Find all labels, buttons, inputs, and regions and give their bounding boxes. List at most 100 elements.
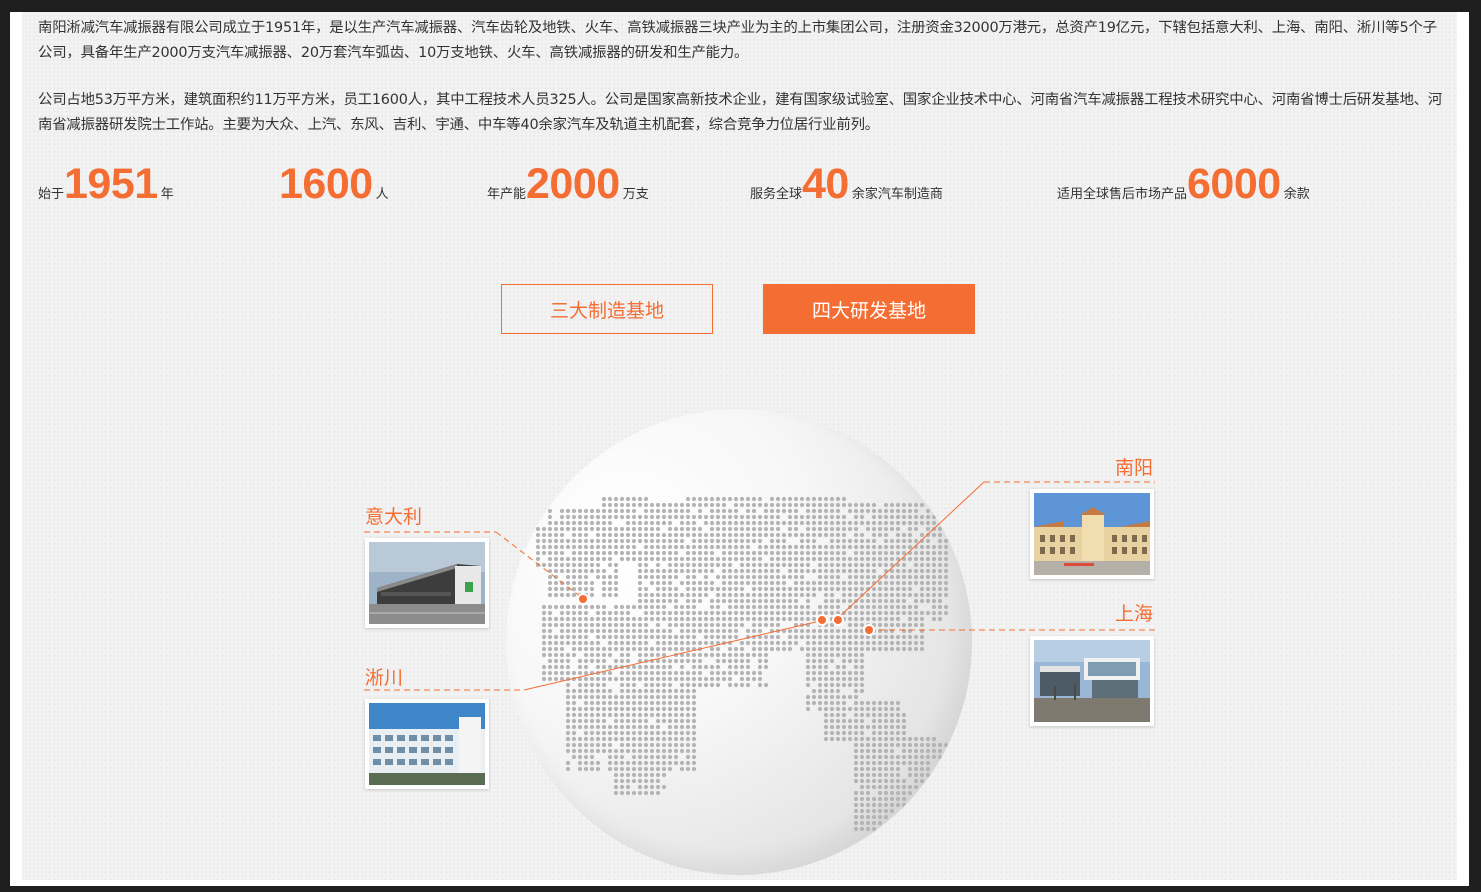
map-dot: [577, 634, 583, 640]
tab-rnd-bases[interactable]: 四大研发基地: [763, 284, 975, 334]
map-dot: [619, 622, 625, 628]
map-dot: [919, 562, 925, 568]
map-dot: [571, 712, 577, 718]
map-dot: [589, 604, 595, 610]
map-dot: [781, 580, 787, 586]
map-dot: [691, 706, 697, 712]
map-dot: [571, 586, 577, 592]
map-dot: [841, 580, 847, 586]
map-dot: [739, 526, 745, 532]
map-dot: [745, 598, 751, 604]
map-dot: [883, 790, 889, 796]
map-dot: [649, 532, 655, 538]
map-dot: [847, 724, 853, 730]
map-dot: [625, 652, 631, 658]
map-dot: [583, 604, 589, 610]
map-dot: [721, 640, 727, 646]
map-dot: [925, 514, 931, 520]
map-dot: [757, 652, 763, 658]
map-dot: [841, 682, 847, 688]
map-dot: [649, 550, 655, 556]
map-dot: [721, 544, 727, 550]
map-dot: [703, 616, 709, 622]
map-dot: [577, 532, 583, 538]
map-dot: [625, 610, 631, 616]
map-dot: [919, 544, 925, 550]
map-dot: [841, 556, 847, 562]
map-dot: [583, 508, 589, 514]
map-dot: [859, 808, 865, 814]
map-dot: [565, 520, 571, 526]
map-dot: [907, 628, 913, 634]
map-dot: [883, 760, 889, 766]
italy-factory-photo[interactable]: [365, 538, 489, 628]
map-dot: [691, 580, 697, 586]
map-dot: [805, 628, 811, 634]
map-dot: [709, 508, 715, 514]
map-dot: [715, 538, 721, 544]
map-dot: [673, 730, 679, 736]
map-dot: [583, 658, 589, 664]
map-dot: [679, 676, 685, 682]
map-dot: [643, 712, 649, 718]
xichuan-factory-photo[interactable]: [365, 699, 489, 789]
map-dot: [673, 586, 679, 592]
map-dot: [931, 544, 937, 550]
map-dot: [913, 784, 919, 790]
map-dot: [835, 526, 841, 532]
map-dot: [661, 646, 667, 652]
map-dot: [865, 706, 871, 712]
map-dot: [733, 502, 739, 508]
map-dot: [619, 496, 625, 502]
map-dot: [733, 622, 739, 628]
map-dot: [589, 742, 595, 748]
map-dot: [877, 820, 883, 826]
map-dot: [727, 580, 733, 586]
map-dot: [925, 580, 931, 586]
map-dot: [859, 670, 865, 676]
map-dot: [625, 526, 631, 532]
map-dot: [877, 748, 883, 754]
map-dot: [901, 634, 907, 640]
map-dot: [613, 790, 619, 796]
map-dot: [763, 604, 769, 610]
map-dot: [751, 640, 757, 646]
map-dot: [607, 670, 613, 676]
tab-manufacturing-bases[interactable]: 三大制造基地: [501, 284, 713, 334]
map-dot: [883, 640, 889, 646]
map-dot: [745, 538, 751, 544]
map-dot: [865, 508, 871, 514]
map-dot: [697, 592, 703, 598]
map-dot: [631, 526, 637, 532]
shanghai-rnd-photo[interactable]: [1030, 636, 1154, 726]
map-dot: [691, 712, 697, 718]
map-dot: [667, 520, 673, 526]
map-dot: [667, 598, 673, 604]
map-dot: [637, 676, 643, 682]
map-dot: [691, 538, 697, 544]
map-dot: [565, 748, 571, 754]
map-dot: [859, 814, 865, 820]
map-dot: [757, 682, 763, 688]
map-dot: [805, 562, 811, 568]
map-dot: [739, 532, 745, 538]
map-dot: [757, 670, 763, 676]
map-dot: [883, 532, 889, 538]
map-dot: [613, 532, 619, 538]
map-dot: [757, 592, 763, 598]
map-dot: [571, 562, 577, 568]
map-dot: [583, 532, 589, 538]
map-dot: [559, 562, 565, 568]
map-dot: [823, 682, 829, 688]
map-dot: [775, 628, 781, 634]
map-dot: [943, 538, 949, 544]
map-dot: [589, 718, 595, 724]
map-dot: [589, 682, 595, 688]
map-dot: [829, 700, 835, 706]
map-dot: [703, 592, 709, 598]
map-dot: [733, 652, 739, 658]
nanyang-factory-photo[interactable]: [1030, 489, 1154, 579]
map-dot: [739, 550, 745, 556]
map-dot: [655, 598, 661, 604]
map-dot: [685, 760, 691, 766]
